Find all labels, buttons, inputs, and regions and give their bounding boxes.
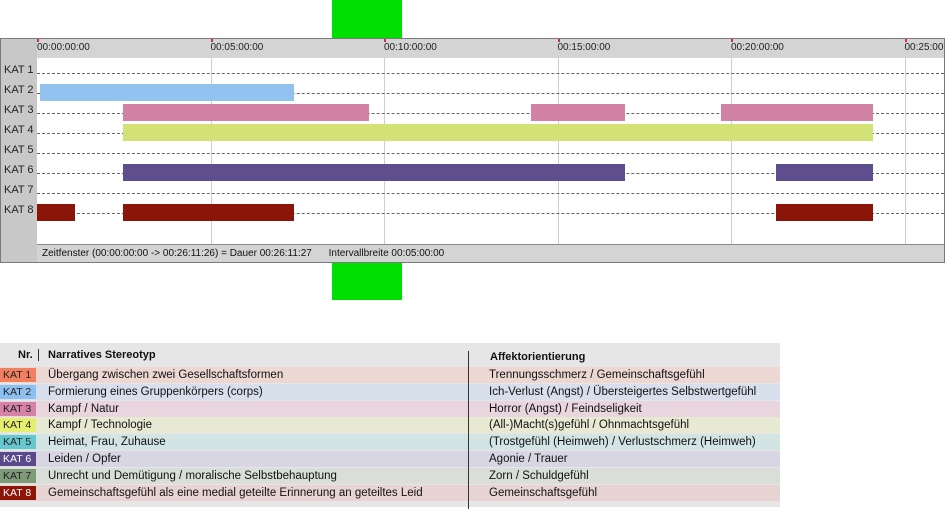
stereotyp-text: Kampf / Natur — [48, 402, 119, 415]
category-badge: KAT 5 — [0, 435, 36, 450]
ruler-tick-mark — [904, 39, 907, 42]
stereotyp-text: Unrecht und Demütigung / moralische Selb… — [48, 469, 337, 482]
category-track-line — [37, 73, 944, 74]
ruler-tick-label: 00:15:00:00 — [557, 42, 611, 53]
category-badge: KAT 8 — [0, 485, 36, 500]
stereotyp-text: Übergang zwischen zwei Gesellschaftsform… — [48, 369, 284, 381]
category-segment-bar[interactable] — [122, 204, 295, 221]
stereotyp-text: Formierung eines Gruppenkörpers (corps) — [48, 385, 263, 398]
ruler-tick-label: 00:25:00 — [904, 42, 944, 53]
affekt-text: (All-)Macht(s)gefühl / Ohnmachtsgefühl — [489, 419, 690, 432]
legend-row: KAT 3 Kampf / Natur Horror (Angst) / Feind… — [0, 400, 780, 417]
category-badge: KAT 3 — [0, 401, 36, 416]
legend-row: KAT 8 Gemeinschaftsgefühl als eine medial… — [0, 484, 780, 501]
category-row-label: KAT 2 — [4, 84, 34, 96]
legend-row: KAT 4 Kampf / Technologie (All-)Macht(s)ge… — [0, 417, 780, 434]
playhead-marker-bottom[interactable] — [332, 263, 402, 300]
column-divider — [468, 351, 469, 509]
ruler-tick-label: 00:20:00:00 — [731, 42, 784, 53]
category-segment-bar[interactable] — [531, 104, 626, 121]
status-bar: Zeitfenster (00:00:00:00 -> 00:26:11:26)… — [37, 244, 944, 262]
ruler-tick-mark — [37, 39, 39, 42]
category-row-label: KAT 6 — [4, 164, 34, 176]
category-row-label: KAT 3 — [4, 104, 34, 116]
category-badge: KAT 4 — [0, 418, 36, 433]
stereotyp-text: Kampf / Technologie — [48, 419, 152, 432]
stereotyp-text: Leiden / Opfer — [48, 453, 121, 465]
category-segment-bar[interactable] — [39, 84, 295, 101]
category-segment-bar[interactable] — [776, 164, 874, 181]
stereotyp-text: Gemeinschaftsgefühl als eine medial gete… — [48, 486, 423, 499]
category-row-label: KAT 8 — [4, 204, 34, 216]
category-labels: KAT 1 KAT 2 KAT 3 KAT 4 KAT 5 KAT 6 KAT 7 KAT 8 — [1, 58, 37, 262]
interval-width-text: Intervallbreite 00:05:00:00 — [328, 248, 445, 259]
affekt-text: Agonie / Trauer — [489, 453, 568, 465]
affekt-text: Horror (Angst) / Feindseligkeit — [489, 402, 642, 415]
legend-row: KAT 6 Leiden / Opfer Agonie / Trauer — [0, 451, 780, 467]
category-segment-bar[interactable] — [37, 204, 76, 221]
stereotyp-text: Heimat, Frau, Zuhause — [48, 436, 166, 449]
affekt-text: Zorn / Schuldgefühl — [489, 469, 589, 482]
legend-row: KAT 7 Unrecht und Demütigung / moralische… — [0, 467, 780, 484]
ruler-tick-label: 00:05:00:00 — [210, 42, 264, 53]
category-segment-bar[interactable] — [720, 104, 874, 121]
timeline-plot[interactable] — [37, 58, 944, 244]
category-track-line — [37, 153, 944, 154]
legend-table: Nr. Narratives Stereotyp Affektorientier… — [0, 343, 780, 509]
legend-row: KAT 1 Übergang zwischen zwei Gesellschaft… — [0, 367, 780, 383]
category-badge: KAT 1 — [0, 368, 36, 382]
ruler-tick-mark — [210, 39, 213, 42]
interval-gridline — [557, 58, 559, 244]
affekt-text: (Trostgefühl (Heimweh) / Verlustschmerz … — [489, 436, 756, 449]
interval-gridline — [731, 58, 732, 244]
header-affekt: Affektorientierung — [490, 351, 586, 363]
ruler-tick-label: 00:10:00:00 — [384, 42, 437, 53]
category-segment-bar[interactable] — [122, 124, 874, 141]
category-segment-bar[interactable] — [122, 104, 370, 121]
category-badge: KAT 2 — [0, 384, 36, 399]
header-stereotyp: Narratives Stereotyp — [48, 349, 156, 361]
timeline-panel: 00:00:00:00 00:05:00:00 00:10:00:00 00:15:0… — [0, 38, 945, 263]
category-row-label: KAT 7 — [4, 184, 34, 196]
category-badge: KAT 6 — [0, 452, 36, 466]
header-divider — [38, 349, 39, 361]
playhead-marker-top[interactable] — [332, 0, 402, 38]
affekt-text: Gemeinschaftsgefühl — [489, 486, 598, 499]
ruler-tick-mark — [557, 39, 560, 42]
category-row-label: KAT 1 — [4, 64, 34, 76]
category-track-line — [37, 193, 944, 194]
interval-gridline — [904, 58, 906, 244]
category-badge: KAT 7 — [0, 468, 36, 483]
affekt-text: Ich-Verlust (Angst) / Übersteigertes Sel… — [489, 385, 757, 398]
legend-row: KAT 2 Formierung eines Gruppenkörpers (co… — [0, 383, 780, 400]
category-segment-bar[interactable] — [776, 204, 874, 221]
category-segment-bar[interactable] — [122, 164, 626, 181]
ruler-tick-label: 00:00:00:00 — [37, 42, 90, 53]
ruler-tick-mark — [384, 39, 386, 42]
legend-row: KAT 5 Heimat, Frau, Zuhause (Trostgefühl (… — [0, 434, 780, 451]
category-row-label: KAT 5 — [4, 144, 34, 156]
time-ruler[interactable]: 00:00:00:00 00:05:00:00 00:10:00:00 00:15:0… — [37, 39, 944, 59]
time-window-text: Zeitfenster (00:00:00:00 -> 00:26:11:26)… — [42, 248, 312, 259]
header-nr: Nr. — [18, 349, 33, 361]
category-row-label: KAT 4 — [4, 124, 34, 136]
affekt-text: Trennungsschmerz / Gemeinschaftsgefühl — [489, 369, 705, 381]
ruler-tick-mark — [731, 39, 733, 42]
interval-gridline — [384, 58, 385, 244]
